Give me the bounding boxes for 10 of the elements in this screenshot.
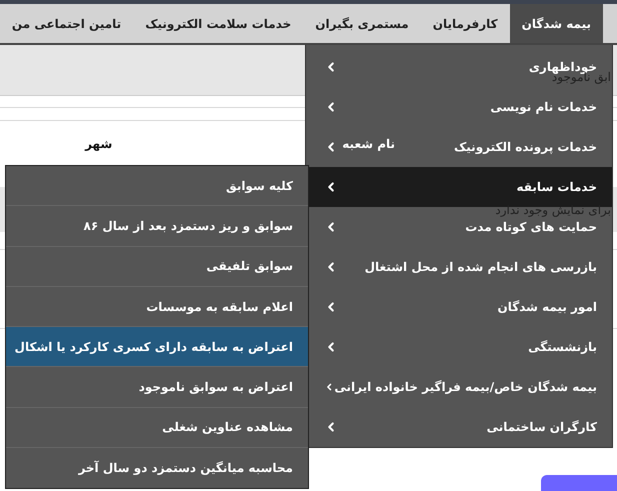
- column-header: نام شعبه: [342, 137, 395, 151]
- nav-tab[interactable]: کارفرمایان: [420, 4, 510, 43]
- nav-tab[interactable]: مستمری بگیران: [303, 4, 421, 43]
- menu-item[interactable]: خدمات سابقه: [306, 167, 612, 207]
- nav-tab[interactable]: خدمات سلامت الکترونیک: [133, 4, 304, 43]
- submenu-item[interactable]: اعتراض به سابقه دارای کسری کارکرد یا اشکال: [6, 327, 308, 368]
- nav-tab[interactable]: بیمه شدگان: [510, 4, 603, 43]
- nav-tab[interactable]: تامین اجتماعی من: [0, 4, 134, 43]
- column-header: شهر: [85, 137, 112, 151]
- submenu-item[interactable]: سوابق تلفیقی: [6, 246, 308, 287]
